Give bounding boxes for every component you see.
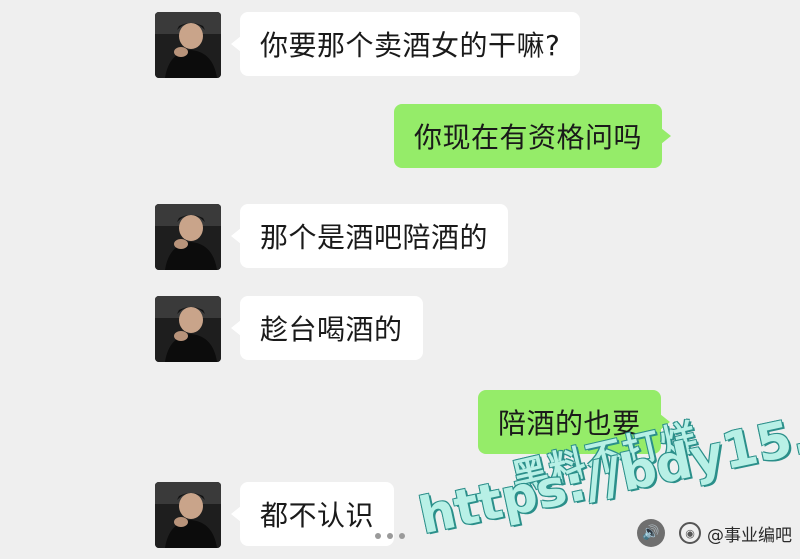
image-pager-dots: [375, 533, 405, 539]
avatar[interactable]: [155, 12, 221, 78]
avatar-photo: [155, 482, 221, 548]
pager-dot: [399, 533, 405, 539]
speaker-icon[interactable]: 🔊: [637, 519, 665, 547]
message-bubble-incoming[interactable]: 都不认识: [230, 482, 395, 546]
message-bubble-incoming[interactable]: 趁台喝酒的: [231, 296, 423, 360]
credit-handle: @事业编吧: [707, 525, 792, 546]
avatar[interactable]: [155, 296, 221, 362]
message-text: 都不认识: [260, 499, 375, 532]
pager-dot: [387, 533, 393, 539]
avatar-photo: [155, 12, 221, 78]
message-text: 你要那个卖酒女的干嘛?: [260, 29, 561, 62]
message-text: 趁台喝酒的: [260, 313, 403, 346]
avatar[interactable]: [155, 204, 221, 270]
message-bubble-outgoing[interactable]: 你现在有资格问吗: [394, 104, 672, 168]
avatar-photo: [155, 204, 221, 270]
message-text: 你现在有资格问吗: [414, 121, 643, 154]
avatar-photo: [155, 296, 221, 362]
pager-dot: [375, 533, 381, 539]
message-bubble-incoming[interactable]: 那个是酒吧陪酒的: [230, 204, 509, 268]
message-text: 那个是酒吧陪酒的: [260, 221, 489, 254]
avatar[interactable]: [155, 482, 221, 548]
message-bubble-incoming[interactable]: 你要那个卖酒女的干嘛?: [230, 12, 581, 76]
weibo-icon: ◉: [679, 522, 701, 544]
source-credit: 🔊 ◉ @事业编吧: [637, 519, 792, 547]
